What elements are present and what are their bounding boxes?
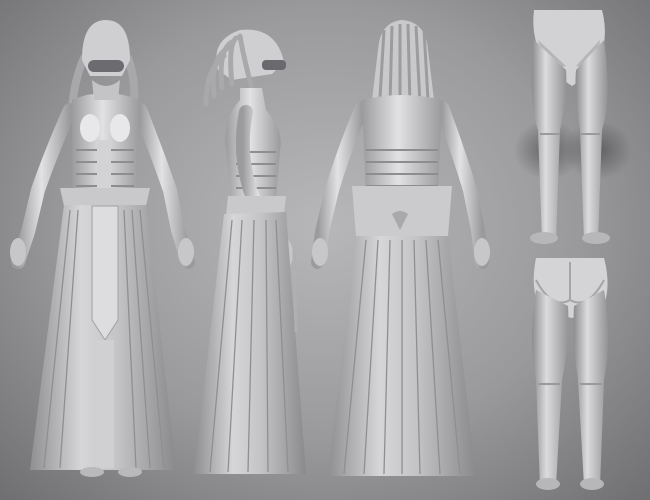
turnaround-canvas: [0, 0, 650, 500]
side-view-figure: [194, 29, 306, 474]
character-turnaround-render: [10, 10, 632, 490]
back-view-figure: [311, 20, 490, 476]
legs-back-view-figure: [532, 258, 608, 490]
front-view-figure: [10, 20, 195, 477]
legs-front-view-figure: [514, 10, 632, 244]
